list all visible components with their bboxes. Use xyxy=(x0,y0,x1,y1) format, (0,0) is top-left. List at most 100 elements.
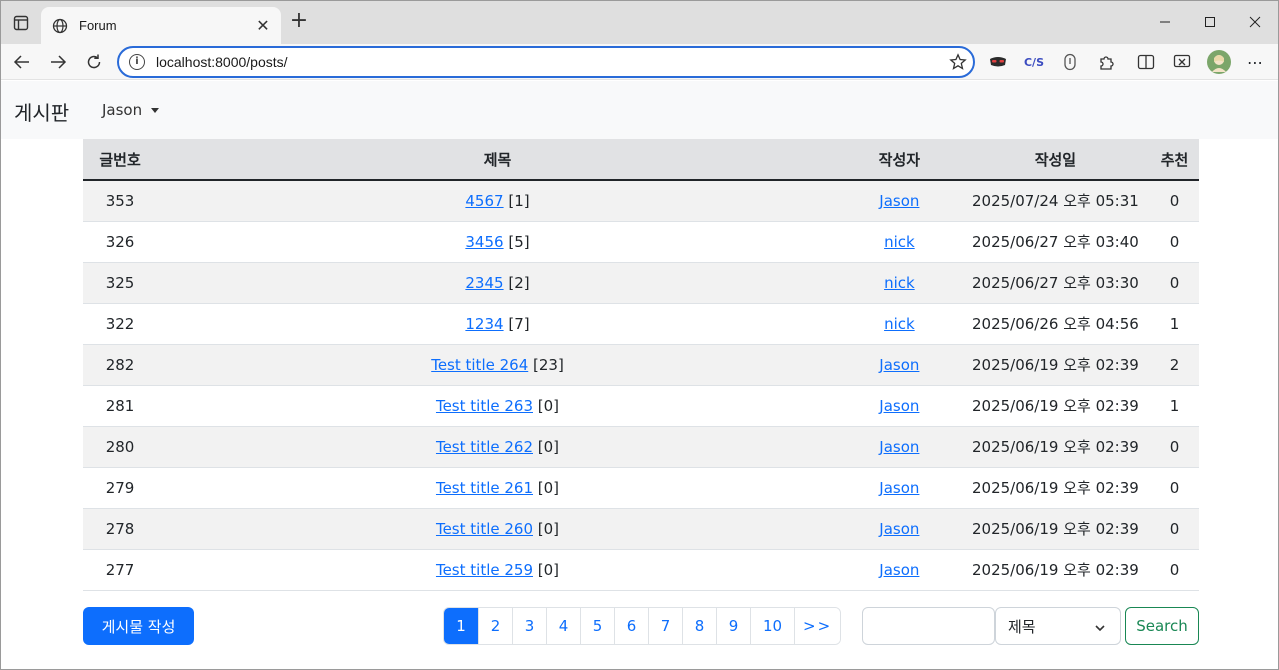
url-text: localhost:8000/posts/ xyxy=(156,54,288,70)
table-row: 353 4567 [1] Jason 2025/07/24 오후 05:31 0 xyxy=(83,180,1199,222)
search-input[interactable] xyxy=(862,607,995,645)
puzzle-icon[interactable] xyxy=(1094,51,1118,73)
more-options-icon[interactable]: ⋯ xyxy=(1243,51,1267,73)
post-title-link[interactable]: 3456 xyxy=(465,233,503,251)
post-title-link[interactable]: Test title 261 xyxy=(436,479,533,497)
header-title: 제목 xyxy=(157,139,838,181)
table-row: 281 Test title 263 [0] Jason 2025/06/19 … xyxy=(83,385,1199,427)
author-link[interactable]: Jason xyxy=(879,356,919,374)
cjs-icon[interactable]: C/S xyxy=(1022,51,1046,73)
author-link[interactable]: Jason xyxy=(879,192,919,210)
page-link[interactable]: 8 xyxy=(682,608,716,644)
post-title-cell: Test title 259 [0] xyxy=(157,549,838,591)
close-tab-icon[interactable]: ✕ xyxy=(255,16,271,35)
maximize-icon[interactable] xyxy=(1187,7,1233,37)
write-post-button[interactable]: 게시물 작성 xyxy=(83,607,194,645)
comment-count: [7] xyxy=(508,314,530,333)
new-tab-icon[interactable]: + xyxy=(288,10,310,33)
comment-count: [0] xyxy=(537,519,560,538)
author-link[interactable]: nick xyxy=(884,274,915,292)
post-title-link[interactable]: Test title 262 xyxy=(436,438,533,456)
post-date: 2025/06/19 오후 02:39 xyxy=(960,549,1150,591)
comment-count: [0] xyxy=(537,560,560,579)
post-title-cell: Test title 263 [0] xyxy=(157,385,838,427)
header-no: 글번호 xyxy=(83,139,158,181)
comment-count: [1] xyxy=(508,191,530,210)
tab-title: Forum xyxy=(79,18,117,33)
recommend-count: 0 xyxy=(1149,467,1199,509)
minimize-icon[interactable] xyxy=(1142,7,1188,37)
favorite-star-icon[interactable] xyxy=(943,52,973,72)
author-cell: Jason xyxy=(837,180,961,222)
page-link[interactable]: 3 xyxy=(512,608,546,644)
post-number: 353 xyxy=(83,180,158,222)
split-screen-icon[interactable] xyxy=(1134,51,1158,73)
post-title-link[interactable]: Test title 260 xyxy=(436,520,533,538)
site-info-icon[interactable]: i xyxy=(129,54,145,70)
post-number: 277 xyxy=(83,549,158,591)
page-link[interactable]: 9 xyxy=(716,608,750,644)
address-bar[interactable]: i localhost:8000/posts/ xyxy=(117,46,975,78)
author-link[interactable]: Jason xyxy=(879,561,919,579)
post-title-link[interactable]: Test title 259 xyxy=(436,561,533,579)
page-link[interactable]: 4 xyxy=(546,608,580,644)
pagination: 1 2 3 4 5 6 7 8 9 10 >> xyxy=(443,607,842,645)
search-button[interactable]: Search xyxy=(1125,607,1199,645)
user-dropdown[interactable]: Jason xyxy=(102,101,160,119)
page-link[interactable]: 10 xyxy=(750,608,794,644)
page-link[interactable]: 5 xyxy=(580,608,614,644)
recommend-count: 2 xyxy=(1149,344,1199,386)
post-title-cell: 3456 [5] xyxy=(157,221,838,263)
post-title-link[interactable]: Test title 263 xyxy=(436,397,533,415)
search-type-select[interactable]: 제목 xyxy=(995,607,1121,645)
page-link[interactable]: 7 xyxy=(648,608,682,644)
recommend-count: 0 xyxy=(1149,549,1199,591)
search-type-value: 제목 xyxy=(1008,617,1036,636)
header-recommend: 추천 xyxy=(1149,139,1199,181)
header-date: 작성일 xyxy=(960,139,1150,181)
caret-down-icon xyxy=(151,107,160,113)
author-link[interactable]: Jason xyxy=(879,479,919,497)
profile-avatar[interactable] xyxy=(1206,49,1232,75)
author-link[interactable]: Jason xyxy=(879,397,919,415)
post-date: 2025/06/27 오후 03:40 xyxy=(960,221,1150,263)
comment-count: [0] xyxy=(537,437,560,456)
refresh-icon[interactable] xyxy=(81,49,107,75)
author-link[interactable]: Jason xyxy=(879,438,919,456)
browser-tab[interactable]: Forum ✕ xyxy=(41,7,281,44)
posts-table: 글번호 제목 작성자 작성일 추천 353 4567 [1] Jason 202… xyxy=(83,139,1199,591)
globe-icon xyxy=(51,17,69,35)
page-link[interactable]: 2 xyxy=(478,608,512,644)
incognito-mask-icon[interactable] xyxy=(986,51,1010,73)
post-title-link[interactable]: 2345 xyxy=(465,274,503,292)
author-link[interactable]: nick xyxy=(884,315,915,333)
post-title-cell: 2345 [2] xyxy=(157,262,838,304)
shield-icon[interactable] xyxy=(1058,51,1082,73)
post-title-link[interactable]: Test title 264 xyxy=(431,356,528,374)
next-pages-link[interactable]: >> xyxy=(794,608,841,644)
comment-count: [5] xyxy=(508,232,530,251)
tab-actions-icon[interactable] xyxy=(11,13,31,33)
comment-count: [0] xyxy=(537,478,560,497)
forward-icon[interactable] xyxy=(45,49,71,75)
post-title-link[interactable]: 4567 xyxy=(465,192,503,210)
recommend-count: 0 xyxy=(1149,221,1199,263)
post-number: 326 xyxy=(83,221,158,263)
page-link[interactable]: 6 xyxy=(614,608,648,644)
table-row: 280 Test title 262 [0] Jason 2025/06/19 … xyxy=(83,426,1199,468)
author-cell: Jason xyxy=(837,426,961,468)
post-title-cell: Test title 264 [23] xyxy=(157,344,838,386)
post-number: 278 xyxy=(83,508,158,550)
page-link[interactable]: 1 xyxy=(444,608,478,644)
browser-toolbar: i localhost:8000/posts/ C/S ⋯ xyxy=(1,44,1278,80)
screenshot-icon[interactable] xyxy=(1170,51,1194,73)
back-icon[interactable] xyxy=(9,49,35,75)
close-window-icon[interactable] xyxy=(1232,7,1278,37)
recommend-count: 0 xyxy=(1149,426,1199,468)
author-link[interactable]: nick xyxy=(884,233,915,251)
site-brand[interactable]: 게시판 xyxy=(14,97,69,126)
post-title-link[interactable]: 1234 xyxy=(465,315,503,333)
table-row: 325 2345 [2] nick 2025/06/27 오후 03:30 0 xyxy=(83,262,1199,304)
post-number: 281 xyxy=(83,385,158,427)
author-link[interactable]: Jason xyxy=(879,520,919,538)
